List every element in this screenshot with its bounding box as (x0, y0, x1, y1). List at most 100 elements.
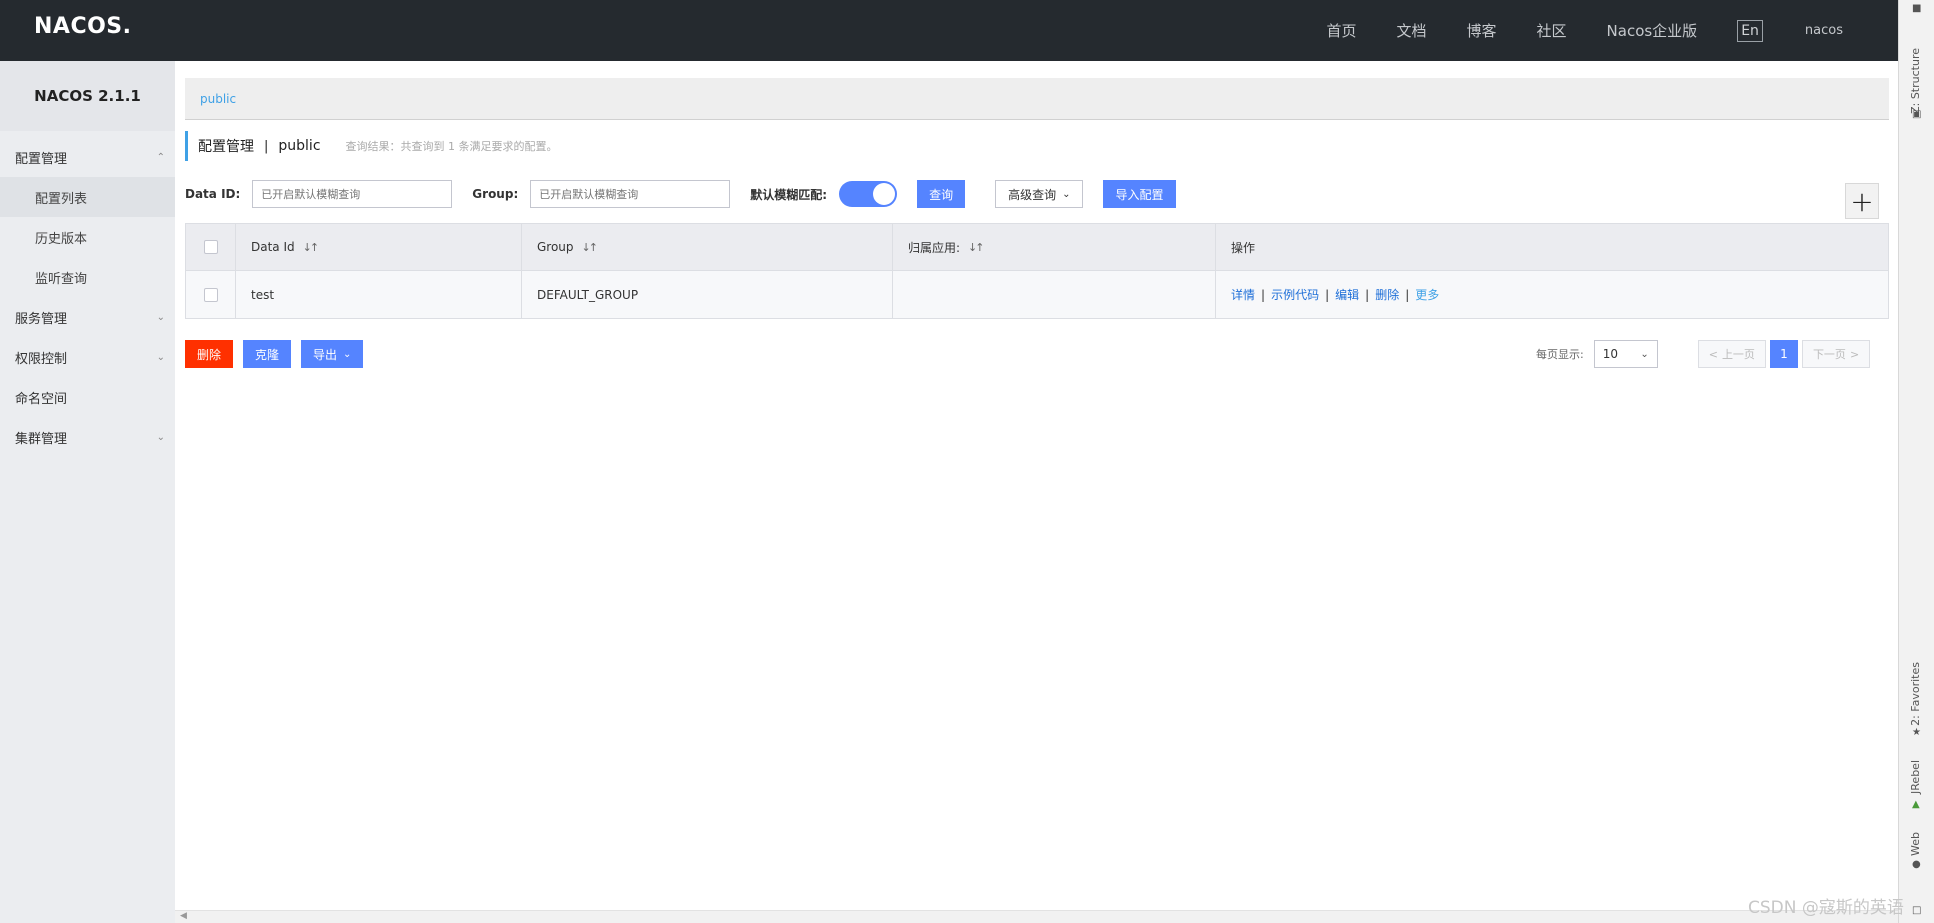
ide-tab-structure[interactable]: Z: Structure (1909, 48, 1922, 114)
page-size-value: 10 (1602, 347, 1618, 361)
folder-icon[interactable]: ■ (1912, 4, 1922, 14)
watermark: CSDN @寇斯的英语 (1748, 898, 1904, 918)
op-more-link[interactable]: 更多 (1415, 286, 1439, 303)
scroll-left-icon[interactable]: ◀ (180, 911, 187, 921)
chevron-down-icon: ⌄ (156, 311, 165, 323)
nav-docs[interactable]: 文档 (1396, 20, 1426, 41)
sort-icon[interactable]: ↓↑ (582, 241, 599, 254)
sidebar-item-namespace[interactable]: 命名空间 (0, 377, 175, 417)
sidebar-item-label: 服务管理 (15, 311, 68, 327)
globe-icon: ● (1912, 859, 1921, 870)
page-size-label: 每页显示: (1536, 348, 1584, 361)
next-page-label: 下一页 (1812, 348, 1846, 361)
column-label: Group (537, 240, 574, 254)
select-all-checkbox[interactable] (203, 240, 218, 254)
sidebar-item-label: 配置管理 (15, 151, 68, 167)
batch-delete-button[interactable]: 删除 (185, 340, 234, 368)
advanced-query-label: 高级查询 (1008, 187, 1057, 202)
page-size-select[interactable]: 10 ⌄ (1593, 340, 1658, 368)
export-button[interactable]: 导出 ⌄ (301, 340, 364, 368)
header-select-cell (186, 224, 236, 270)
row-checkbox[interactable] (203, 287, 218, 302)
ide-tab-favorites[interactable]: 2: Favorites (1909, 662, 1922, 726)
op-delete-link[interactable]: 删除 (1375, 286, 1399, 303)
column-label: 归属应用: (908, 240, 961, 255)
nav-home[interactable]: 首页 (1326, 20, 1356, 41)
main-content: public 配置管理 | public 查询结果：共查询到 1 条满足要求的配… (175, 61, 1898, 923)
sidebar-item-history[interactable]: 历史版本 (0, 217, 175, 257)
star-icon: ★ (1912, 727, 1921, 738)
op-separator: | (1261, 287, 1266, 302)
group-input[interactable] (530, 180, 731, 208)
language-switch[interactable]: En (1737, 19, 1763, 42)
page-namespace: public (278, 138, 321, 154)
nav-community[interactable]: 社区 (1537, 20, 1567, 41)
import-config-button[interactable]: 导入配置 (1103, 180, 1176, 208)
plus-icon: + (1850, 184, 1874, 218)
top-nav: 首页 文档 博客 社区 Nacos企业版 En nacos (1286, 0, 1843, 61)
cell-app (893, 271, 1216, 318)
header-app: 归属应用: ↓↑ (893, 224, 1216, 270)
query-result-text: 查询结果：共查询到 1 条满足要求的配置。 (345, 140, 558, 153)
column-label: 操作 (1231, 240, 1256, 255)
namespace-public-link[interactable]: public (200, 92, 236, 106)
op-edit-link[interactable]: 编辑 (1335, 286, 1359, 303)
header-operations: 操作 (1216, 224, 1888, 270)
pagination: 每页显示: 10 ⌄ < 上一页 1 下一页 > (1536, 339, 1871, 369)
chevron-down-icon: ⌄ (1640, 348, 1649, 360)
table-row: test DEFAULT_GROUP 详情 | 示例代码 | 编辑 | 删除 |… (186, 271, 1888, 318)
chevron-down-icon: ⌄ (1062, 188, 1071, 200)
op-separator: | (1405, 287, 1410, 302)
sidebar-item-config-list[interactable]: 配置列表 (0, 177, 175, 217)
op-separator: | (1365, 287, 1370, 302)
clone-button[interactable]: 克隆 (243, 340, 292, 368)
cell-operations: 详情 | 示例代码 | 编辑 | 删除 | 更多 (1216, 271, 1888, 318)
header-data-id: Data Id ↓↑ (236, 224, 522, 270)
user-menu[interactable]: nacos (1805, 23, 1843, 38)
add-config-button[interactable]: + (1845, 183, 1879, 219)
sidebar-item-listener-query[interactable]: 监听查询 (0, 257, 175, 297)
horizontal-scrollbar[interactable]: ◀ (175, 910, 1898, 923)
op-sample-code-link[interactable]: 示例代码 (1271, 286, 1319, 303)
sidebar-item-label: 集群管理 (15, 431, 68, 447)
advanced-query-button[interactable]: 高级查询 ⌄ (995, 180, 1084, 208)
title-separator: | (264, 138, 269, 154)
ide-tool-gutter: ■ Z: Structure ▣ 2: Favorites ★ JRebel ▲… (1898, 0, 1934, 923)
sidebar-item-label: 权限控制 (15, 351, 68, 367)
sidebar-item-config-management[interactable]: 配置管理 ⌃ (0, 137, 175, 177)
op-detail-link[interactable]: 详情 (1231, 286, 1255, 303)
table-header-row: Data Id ↓↑ Group ↓↑ 归属应用: ↓↑ 操作 (186, 224, 1888, 271)
sidebar-item-cluster-management[interactable]: 集群管理 ⌄ (0, 417, 175, 457)
row-select-cell (186, 271, 236, 318)
chevron-down-icon: ⌄ (156, 431, 165, 443)
sort-icon[interactable]: ↓↑ (303, 241, 320, 254)
nav-blog[interactable]: 博客 (1467, 20, 1497, 41)
structure-icon: ▣ (1912, 109, 1922, 120)
nacos-logo[interactable]: NACOS. (34, 14, 132, 39)
jrebel-icon: ▲ (1912, 799, 1920, 810)
fuzzy-match-toggle[interactable] (839, 181, 898, 207)
nav-enterprise[interactable]: Nacos企业版 (1607, 20, 1698, 41)
cell-data-id: test (236, 271, 522, 318)
sidebar-version-title: NACOS 2.1.1 (0, 61, 175, 131)
prev-page-label: 上一页 (1721, 348, 1755, 361)
ide-tab-jrebel[interactable]: JRebel (1909, 760, 1922, 794)
next-page-button[interactable]: 下一页 > (1801, 340, 1871, 368)
toggle-knob (873, 183, 896, 205)
export-label: 导出 (313, 347, 338, 362)
page-number-current[interactable]: 1 (1769, 340, 1798, 368)
column-label: Data Id (251, 240, 295, 254)
sort-icon[interactable]: ↓↑ (968, 241, 985, 254)
prev-page-button[interactable]: < 上一页 (1697, 340, 1766, 368)
data-id-input[interactable] (252, 180, 453, 208)
ide-tab-web[interactable]: Web (1909, 832, 1922, 856)
sidebar-item-access-control[interactable]: 权限控制 ⌄ (0, 337, 175, 377)
query-button[interactable]: 查询 (917, 180, 966, 208)
window-icon[interactable]: □ (1912, 906, 1922, 916)
namespace-bar: public (185, 78, 1889, 120)
sidebar-menu: 配置管理 ⌃ 配置列表 历史版本 监听查询 服务管理 ⌄ 权限控制 ⌄ 命名空间… (0, 131, 175, 457)
group-label: Group: (472, 187, 519, 201)
chevron-left-icon: < (1708, 347, 1718, 361)
cell-group: DEFAULT_GROUP (522, 271, 893, 318)
sidebar-item-service-management[interactable]: 服务管理 ⌄ (0, 297, 175, 337)
